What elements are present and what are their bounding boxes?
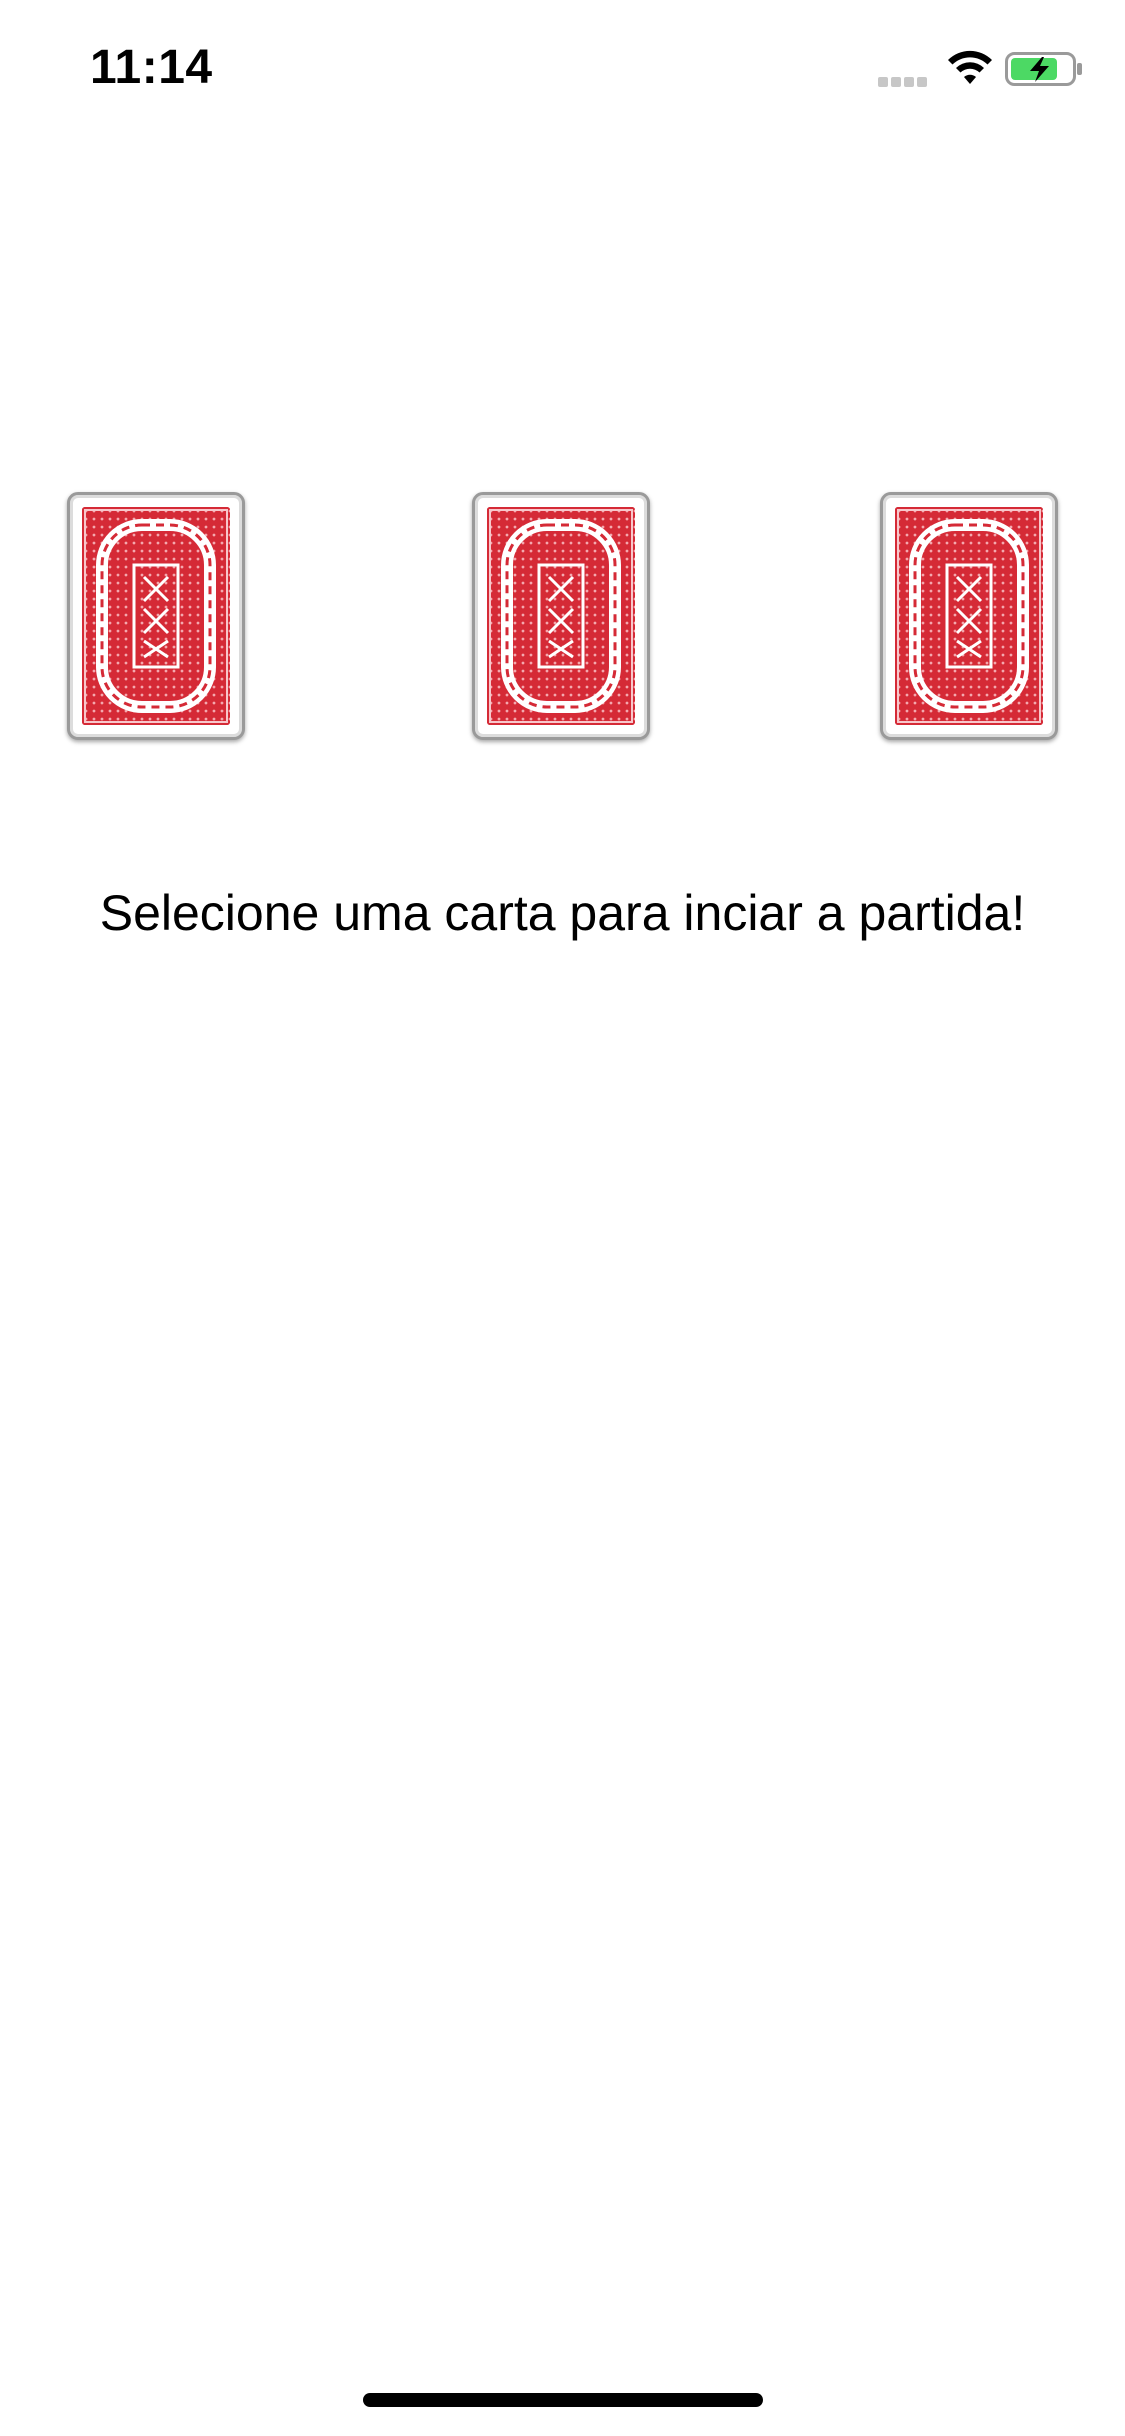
instruction-text: Selecione uma carta para inciar a partid… bbox=[99, 885, 1026, 941]
home-indicator[interactable] bbox=[363, 2393, 763, 2407]
wifi-icon bbox=[947, 50, 993, 86]
card-back-right[interactable] bbox=[880, 492, 1058, 740]
card-back-pattern bbox=[895, 507, 1043, 725]
card-back-left[interactable] bbox=[67, 492, 245, 740]
card-back-pattern bbox=[82, 507, 230, 725]
card-back-middle[interactable] bbox=[472, 492, 650, 740]
status-bar: 11:14 bbox=[0, 0, 1125, 132]
status-time: 11:14 bbox=[90, 41, 213, 94]
battery-charging-icon bbox=[1005, 52, 1083, 86]
cellular-signal-icon bbox=[878, 74, 934, 88]
card-back-pattern bbox=[487, 507, 635, 725]
